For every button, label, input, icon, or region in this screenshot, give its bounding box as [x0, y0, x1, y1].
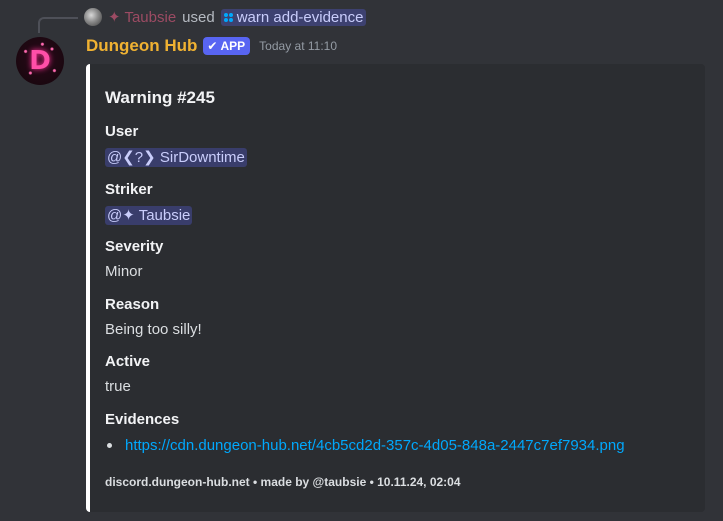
field-name-active: Active	[105, 353, 151, 370]
warning-embed: Warning #245 User @❮?❯ SirDowntime Strik…	[86, 64, 705, 512]
field-value-striker: @✦ Taubsie	[105, 206, 193, 225]
embed-footer: discord.dungeon-hub.net • made by @taubs…	[105, 475, 461, 489]
reply-connector	[38, 17, 78, 33]
bullet-icon	[107, 443, 112, 448]
message-timestamp[interactable]: Today at 11:10	[259, 39, 337, 53]
app-badge: ✔ APP	[203, 37, 251, 55]
field-value-severity: Minor	[105, 263, 143, 280]
evidence-link[interactable]: https://cdn.dungeon-hub.net/4cb5cd2d-357…	[125, 437, 625, 454]
field-name-striker: Striker	[105, 181, 153, 198]
checkmark-icon: ✔	[207, 39, 218, 53]
slash-command-icon	[223, 12, 233, 22]
striker-mention[interactable]: @✦ Taubsie	[105, 206, 193, 225]
user-mini-avatar[interactable]	[84, 8, 102, 26]
field-name-severity: Severity	[105, 238, 164, 255]
command-chip[interactable]: warn add-evidence	[220, 8, 367, 26]
field-name-evidences: Evidences	[105, 411, 180, 428]
author-name[interactable]: Dungeon Hub	[86, 36, 197, 56]
embed-title: Warning #245	[105, 88, 215, 107]
reply-used-text: used	[182, 8, 215, 26]
evidence-list-item: https://cdn.dungeon-hub.net/4cb5cd2d-357…	[105, 437, 625, 454]
message-header: Dungeon Hub ✔ APP Today at 11:10	[86, 36, 337, 56]
app-badge-label: APP	[220, 39, 246, 53]
field-value-user: @❮?❯ SirDowntime	[105, 148, 247, 167]
field-value-active: true	[105, 378, 131, 395]
command-reply-line: ✦ Taubsie used warn add-evidence	[84, 6, 367, 28]
user-mention[interactable]: @❮?❯ SirDowntime	[105, 148, 247, 167]
command-name: warn add-evidence	[236, 8, 364, 26]
field-value-reason: Being too silly!	[105, 321, 202, 338]
avatar-letter: D	[29, 46, 51, 76]
reply-username[interactable]: ✦ Taubsie	[108, 8, 176, 26]
field-name-user: User	[105, 123, 139, 140]
bot-avatar[interactable]: D	[16, 37, 64, 85]
field-name-reason: Reason	[105, 296, 160, 313]
